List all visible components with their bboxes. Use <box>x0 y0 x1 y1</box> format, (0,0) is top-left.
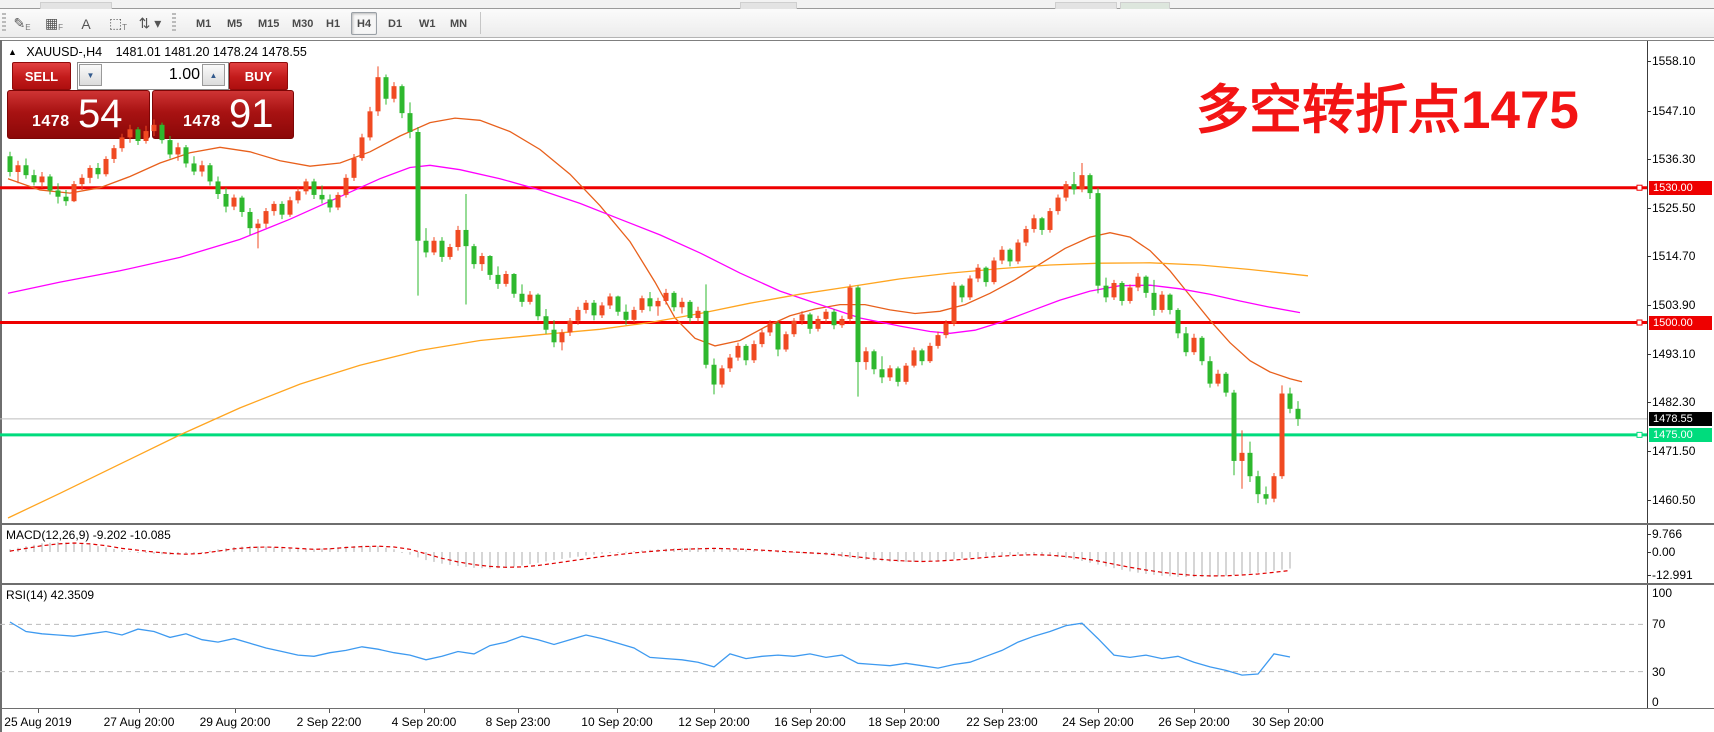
date-tick <box>1098 709 1099 713</box>
annotation-text: 多空转折点1475 <box>1196 84 1579 137</box>
timeframe-button-W1[interactable]: W1 <box>413 12 442 35</box>
price-badge: 1500.00 <box>1649 316 1712 330</box>
date-tick <box>139 709 140 713</box>
price-tick-label: 30 <box>1652 665 1665 679</box>
timeframe-button-M15[interactable]: M15 <box>252 12 285 35</box>
price-tick-label: 0.00 <box>1652 545 1675 559</box>
price-tick-label: 100 <box>1652 586 1672 600</box>
price-tick-label: 70 <box>1652 617 1665 631</box>
price-tick-label: 1493.10 <box>1652 347 1695 361</box>
price-tick-label: 1460.50 <box>1652 493 1695 507</box>
price-tick-label: 1558.10 <box>1652 54 1695 68</box>
date-tick <box>38 709 39 713</box>
price-tick <box>1647 111 1651 112</box>
indicator-list-icon[interactable]: ▦F <box>40 11 68 36</box>
price-axis-border <box>1647 41 1648 709</box>
date-tick-label: 25 Aug 2019 <box>4 715 71 729</box>
date-tick <box>235 709 236 713</box>
timeframe-button-M5[interactable]: M5 <box>221 12 248 35</box>
price-tick-label: 1482.30 <box>1652 395 1695 409</box>
price-tick-label: -12.991 <box>1652 568 1693 582</box>
timeframe-button-H1[interactable]: H1 <box>320 12 346 35</box>
price-tick-label: 1536.30 <box>1652 152 1695 166</box>
date-tick-label: 26 Sep 20:00 <box>1158 715 1229 729</box>
price-tick-label: 0 <box>1652 695 1659 709</box>
price-badge: 1530.00 <box>1649 181 1712 195</box>
arrange-icon[interactable]: ⇅ ▾ <box>136 11 164 36</box>
clipped-button <box>1120 2 1170 9</box>
date-tick-label: 27 Aug 20:00 <box>104 715 175 729</box>
price-tick <box>1647 305 1651 306</box>
macd-tick <box>1647 534 1651 535</box>
ma-mid-magenta <box>8 165 1300 333</box>
toolbar-grip[interactable] <box>2 13 6 33</box>
styler-icon[interactable]: ✎E <box>8 11 36 36</box>
macd-tick <box>1647 552 1651 553</box>
timeframe-button-M30[interactable]: M30 <box>286 12 319 35</box>
price-tick <box>1647 451 1651 452</box>
macd-panel <box>0 525 1647 583</box>
macd-label: MACD(12,26,9) -9.202 -10.085 <box>6 528 171 542</box>
date-tick <box>1002 709 1003 713</box>
date-tick-label: 22 Sep 23:00 <box>966 715 1037 729</box>
date-tick-label: 18 Sep 20:00 <box>868 715 939 729</box>
macd-tick <box>1647 575 1651 576</box>
date-tick <box>1288 709 1289 713</box>
date-tick-label: 4 Sep 20:00 <box>392 715 457 729</box>
date-tick <box>904 709 905 713</box>
price-tick-label: 1525.50 <box>1652 201 1695 215</box>
date-tick-label: 29 Aug 20:00 <box>200 715 271 729</box>
price-tick <box>1647 354 1651 355</box>
price-tick <box>1647 402 1651 403</box>
clipped-button <box>1055 2 1117 9</box>
ma-fast-vermillion <box>8 118 1302 382</box>
price-tick <box>1647 500 1651 501</box>
price-tick-label: 1514.70 <box>1652 249 1695 263</box>
price-tick-label: 1503.90 <box>1652 298 1695 312</box>
date-tick-label: 16 Sep 20:00 <box>774 715 845 729</box>
date-tick <box>424 709 425 713</box>
toolbar: ✎E▦FA⬚T⇅ ▾ M1M5M15M30H1H4D1W1MN <box>0 9 1714 38</box>
date-tick <box>617 709 618 713</box>
toolbar-separator <box>480 12 481 34</box>
date-tick-label: 24 Sep 20:00 <box>1062 715 1133 729</box>
toolbar-grip[interactable] <box>172 13 176 33</box>
date-tick <box>810 709 811 713</box>
price-tick-label: 1547.10 <box>1652 104 1695 118</box>
date-tick-label: 8 Sep 23:00 <box>486 715 551 729</box>
price-tick <box>1647 256 1651 257</box>
date-tick <box>518 709 519 713</box>
text-label-icon[interactable]: A <box>72 11 100 36</box>
text-box-icon[interactable]: ⬚T <box>104 11 132 36</box>
price-tick-label: 9.766 <box>1652 527 1682 541</box>
price-tick-label: 1471.50 <box>1652 444 1695 458</box>
timeframe-button-M1[interactable]: M1 <box>190 12 217 35</box>
price-badge: 1478.55 <box>1649 412 1712 426</box>
date-tick <box>1194 709 1195 713</box>
price-badge: 1475.00 <box>1649 428 1712 442</box>
time-axis-border <box>0 708 1714 709</box>
date-tick <box>329 709 330 713</box>
price-tick <box>1647 61 1651 62</box>
date-tick-label: 10 Sep 20:00 <box>581 715 652 729</box>
rsi-panel <box>0 585 1647 708</box>
timeframe-button-MN[interactable]: MN <box>444 12 473 35</box>
price-tick <box>1647 159 1651 160</box>
date-tick <box>714 709 715 713</box>
date-tick-label: 2 Sep 22:00 <box>297 715 362 729</box>
timeframe-button-D1[interactable]: D1 <box>382 12 408 35</box>
clipped-button <box>40 2 112 9</box>
price-tick <box>1647 208 1651 209</box>
clipped-button <box>740 2 797 9</box>
timeframe-button-H4[interactable]: H4 <box>351 12 377 35</box>
date-tick-label: 12 Sep 20:00 <box>678 715 749 729</box>
rsi-label: RSI(14) 42.3509 <box>6 588 94 602</box>
date-tick-label: 30 Sep 20:00 <box>1252 715 1323 729</box>
clipped-toolbar-strip <box>0 0 1714 9</box>
